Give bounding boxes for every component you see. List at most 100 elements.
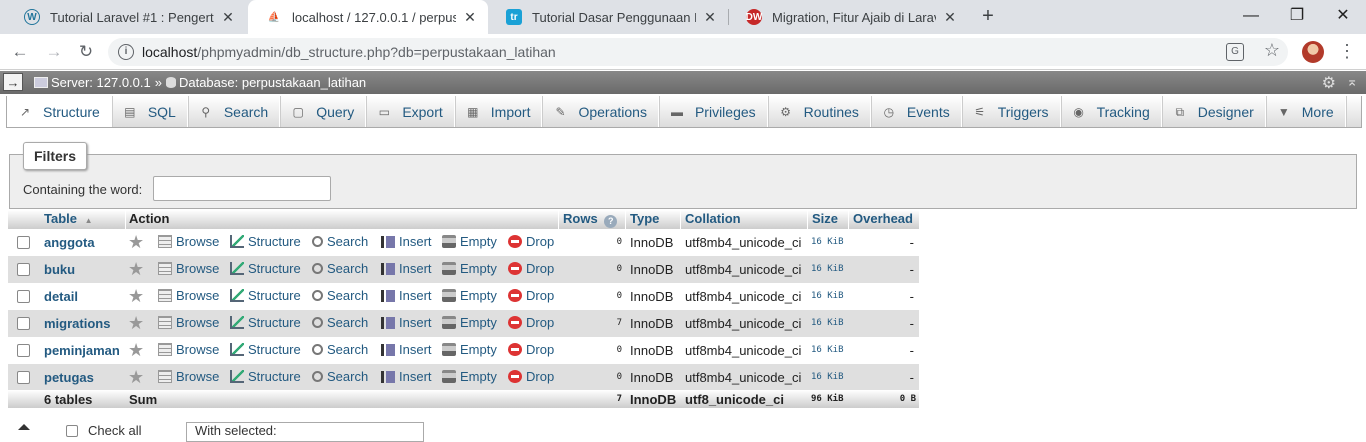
browser-tab-2[interactable]: ⛵ localhost / 127.0.0.1 / perpustaka ✕ — [248, 0, 488, 34]
structure-action[interactable]: Structure — [230, 342, 301, 357]
close-window-button[interactable]: ✕ — [1320, 0, 1366, 34]
tab-privileges[interactable]: ▬ Privileges — [659, 96, 768, 127]
table-name-link[interactable]: anggota — [44, 235, 95, 250]
col-header-type[interactable]: Type — [630, 211, 659, 226]
search-action[interactable]: Search — [312, 369, 368, 384]
browse-action[interactable]: Browse — [158, 288, 219, 303]
tab-triggers[interactable]: ⚟ Triggers — [962, 96, 1061, 127]
drop-action[interactable]: Drop — [508, 342, 554, 357]
favorite-star-icon[interactable]: ★ — [128, 314, 144, 332]
drop-action[interactable]: Drop — [508, 261, 554, 276]
server-crumb[interactable]: Server: 127.0.0.1 — [51, 75, 151, 90]
tab-structure[interactable]: ↗ Structure — [7, 96, 112, 127]
structure-action[interactable]: Structure — [230, 234, 301, 249]
tab-operations[interactable]: ✎ Operations — [542, 96, 659, 127]
empty-action[interactable]: Empty — [442, 342, 497, 357]
favorite-star-icon[interactable]: ★ — [128, 233, 144, 251]
table-size[interactable]: 16 KiB — [811, 291, 844, 301]
browse-action[interactable]: Browse — [158, 342, 219, 357]
table-name-link[interactable]: buku — [44, 262, 75, 277]
favorite-star-icon[interactable]: ★ — [128, 287, 144, 305]
browse-action[interactable]: Browse — [158, 315, 219, 330]
browse-action[interactable]: Browse — [158, 261, 219, 276]
tab-events[interactable]: ◷ Events — [871, 96, 962, 127]
favorite-star-icon[interactable]: ★ — [128, 368, 144, 386]
row-checkbox[interactable] — [17, 290, 30, 303]
drop-action[interactable]: Drop — [508, 288, 554, 303]
browse-action[interactable]: Browse — [158, 234, 219, 249]
empty-action[interactable]: Empty — [442, 369, 497, 384]
table-name-link[interactable]: detail — [44, 289, 78, 304]
row-checkbox[interactable] — [17, 263, 30, 276]
table-name-link[interactable]: petugas — [44, 370, 94, 385]
table-size[interactable]: 16 KiB — [811, 237, 844, 247]
url-text[interactable]: localhost/phpmyadmin/db_structure.php?db… — [142, 44, 556, 60]
insert-action[interactable]: Insert — [381, 369, 432, 384]
browser-tab-4[interactable]: DW Migration, Fitur Ajaib di Laravel - ✕ — [728, 0, 968, 34]
navigation-toggle-icon[interactable]: → — [3, 73, 23, 91]
table-name-link[interactable]: peminjaman — [44, 343, 120, 358]
close-tab-icon[interactable]: ✕ — [462, 9, 478, 26]
row-checkbox[interactable] — [17, 344, 30, 357]
close-tab-icon[interactable]: ✕ — [702, 9, 718, 26]
empty-action[interactable]: Empty — [442, 288, 497, 303]
tab-tracking[interactable]: ◉ Tracking — [1061, 96, 1162, 127]
table-name-link[interactable]: migrations — [44, 316, 110, 331]
col-header-table[interactable]: Table ▲ — [44, 211, 93, 226]
col-header-size[interactable]: Size — [812, 211, 838, 226]
search-action[interactable]: Search — [312, 342, 368, 357]
new-tab-button[interactable]: + — [976, 5, 1000, 29]
drop-action[interactable]: Drop — [508, 369, 554, 384]
col-header-overhead[interactable]: Overhead — [853, 211, 913, 226]
structure-action[interactable]: Structure — [230, 261, 301, 276]
back-button[interactable]: ← — [8, 40, 32, 64]
with-selected-select[interactable]: With selected: — [186, 422, 424, 442]
reload-button[interactable]: ↻ — [74, 40, 98, 64]
database-crumb[interactable]: Database: perpustakaan_latihan — [179, 75, 366, 90]
table-size[interactable]: 16 KiB — [811, 318, 844, 328]
search-action[interactable]: Search — [312, 261, 368, 276]
favorite-star-icon[interactable]: ★ — [128, 341, 144, 359]
table-size[interactable]: 16 KiB — [811, 264, 844, 274]
insert-action[interactable]: Insert — [381, 234, 432, 249]
check-all-label[interactable]: Check all — [88, 423, 141, 438]
close-tab-icon[interactable]: ✕ — [942, 9, 958, 26]
info-icon[interactable]: i — [118, 44, 134, 60]
structure-action[interactable]: Structure — [230, 315, 301, 330]
drop-action[interactable]: Drop — [508, 315, 554, 330]
tab-search[interactable]: ⚲ Search — [188, 96, 281, 127]
table-size[interactable]: 16 KiB — [811, 372, 844, 382]
insert-action[interactable]: Insert — [381, 288, 432, 303]
address-bar[interactable]: i localhost/phpmyadmin/db_structure.php?… — [108, 38, 1288, 66]
tab-sql[interactable]: ▤ SQL — [112, 96, 188, 127]
profile-avatar[interactable] — [1302, 41, 1324, 63]
insert-action[interactable]: Insert — [381, 342, 432, 357]
tab-query[interactable]: ▢ Query — [280, 96, 367, 127]
search-action[interactable]: Search — [312, 315, 368, 330]
row-checkbox[interactable] — [17, 236, 30, 249]
structure-action[interactable]: Structure — [230, 288, 301, 303]
tab-export[interactable]: ▭ Export — [366, 96, 455, 127]
tab-more[interactable]: ▼ More — [1266, 96, 1346, 127]
table-size[interactable]: 16 KiB — [811, 345, 844, 355]
tab-import[interactable]: ▦ Import — [455, 96, 543, 127]
col-header-collation[interactable]: Collation — [685, 211, 741, 226]
close-tab-icon[interactable]: ✕ — [220, 9, 236, 26]
translate-icon[interactable]: G — [1226, 43, 1244, 61]
search-action[interactable]: Search — [312, 234, 368, 249]
browser-menu-icon[interactable]: ⋮ — [1338, 40, 1356, 64]
filter-input[interactable] — [153, 176, 331, 201]
bookmark-star-icon[interactable]: ☆ — [1264, 40, 1280, 61]
tab-designer[interactable]: ⧉ Designer — [1162, 96, 1266, 127]
browser-tab-1[interactable]: W Tutorial Laravel #1 : Pengertian d ✕ — [6, 0, 246, 34]
collapse-icon[interactable]: ⌅ — [1346, 73, 1358, 90]
favorite-star-icon[interactable]: ★ — [128, 260, 144, 278]
browser-tab-3[interactable]: tr Tutorial Dasar Penggunaan Larav ✕ — [488, 0, 728, 34]
insert-action[interactable]: Insert — [381, 315, 432, 330]
col-header-rows[interactable]: Rows ? — [563, 211, 618, 228]
empty-action[interactable]: Empty — [442, 261, 497, 276]
row-checkbox[interactable] — [17, 317, 30, 330]
row-checkbox[interactable] — [17, 371, 30, 384]
forward-button[interactable]: → — [42, 40, 66, 64]
insert-action[interactable]: Insert — [381, 261, 432, 276]
